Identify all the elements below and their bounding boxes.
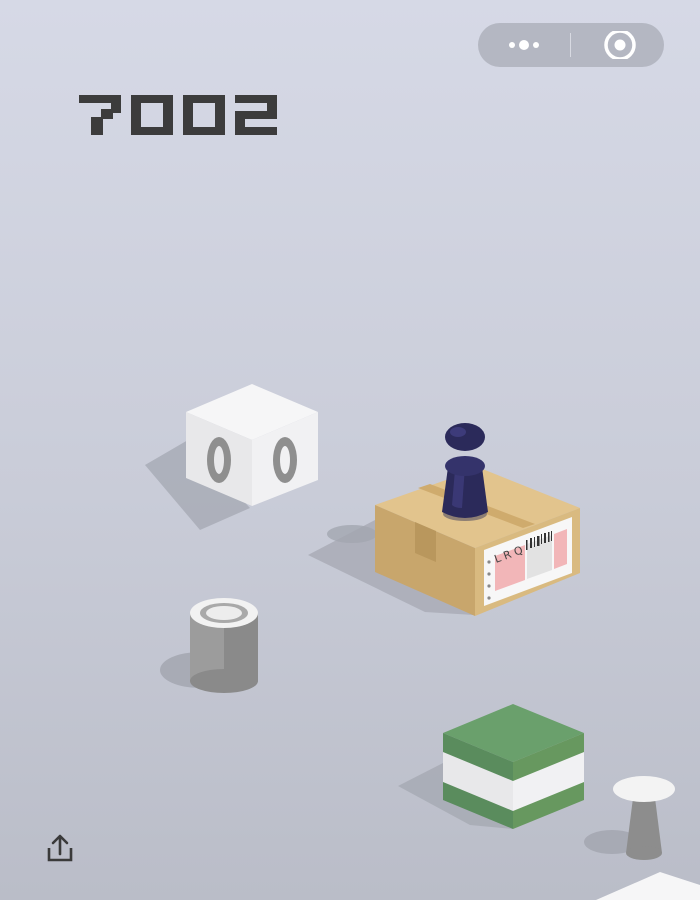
- close-button[interactable]: [598, 29, 642, 61]
- white-cube-platform: [145, 384, 318, 530]
- white-pedestal-platform: [584, 776, 675, 860]
- mini-program-capsule: [478, 23, 664, 67]
- share-upload-icon: [47, 834, 73, 862]
- cardboard-box-platform: L R Q: [308, 468, 580, 616]
- target-circle-icon: [604, 29, 636, 61]
- score-display: 7002: [79, 95, 289, 139]
- bottom-white-tile: [596, 872, 700, 900]
- share-button[interactable]: [44, 834, 76, 864]
- green-striped-cube-platform: [398, 704, 584, 829]
- score-digits: [79, 95, 277, 135]
- player-piece: [442, 423, 488, 521]
- more-button[interactable]: [502, 31, 546, 59]
- capsule-divider: [570, 33, 571, 57]
- more-dots-icon: [509, 40, 539, 50]
- gray-cylinder-platform: [160, 598, 258, 693]
